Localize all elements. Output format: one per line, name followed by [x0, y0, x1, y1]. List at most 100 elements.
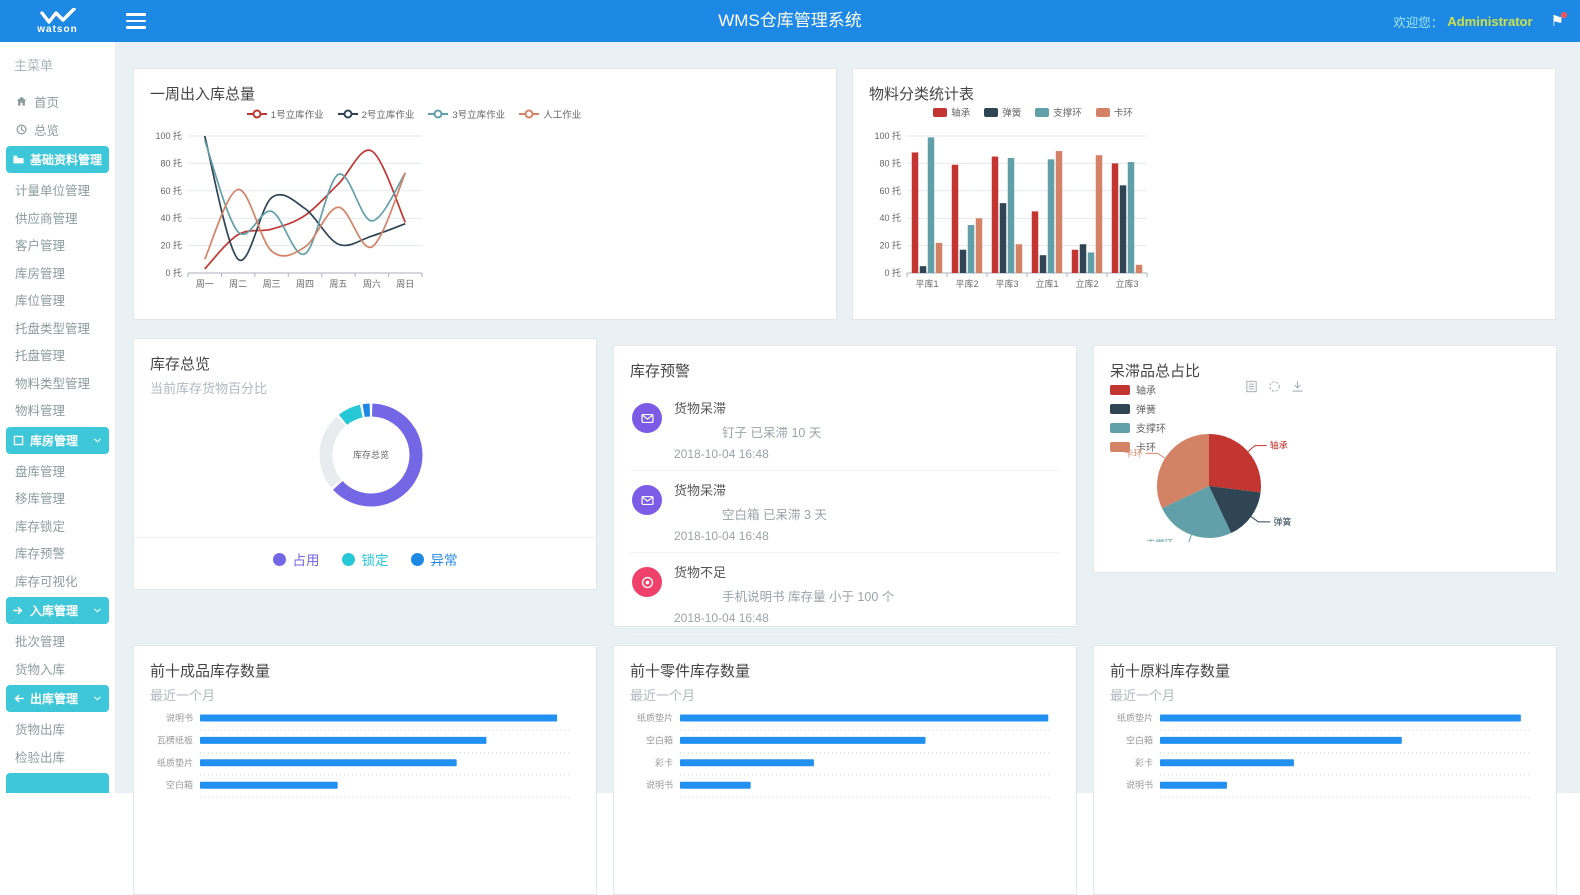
svg-text:周二: 周二 [229, 279, 247, 289]
sidebar-item[interactable]: 首页 [0, 88, 115, 116]
sidebar-item[interactable]: 物料管理 [0, 396, 115, 424]
legend-item[interactable]: 异常 [411, 549, 458, 569]
sidebar-group-item[interactable]: 基础资料管理 [6, 146, 109, 173]
sidebar-group-item[interactable] [6, 773, 109, 793]
chevron-down-icon [92, 435, 103, 446]
alert-body: 钉子 已呆滞 10 天 [722, 422, 1060, 441]
pie-chart[interactable]: 轴承弹簧支撑环卡环 [1110, 346, 1542, 542]
hbar-chart[interactable]: 纸质垫片空白箱彩卡说明书 [1110, 704, 1542, 854]
card-title: 前十零件库存数量 [630, 660, 1060, 681]
sidebar-item[interactable]: 托盘管理 [0, 341, 115, 369]
legend-item[interactable]: 1号立库作业 [247, 107, 324, 121]
username[interactable]: Administrator [1447, 14, 1532, 29]
svg-text:说明书: 说明书 [1126, 779, 1153, 790]
sidebar-item[interactable]: 物料类型管理 [0, 369, 115, 397]
sidebar-group-item[interactable]: 出库管理 [6, 685, 109, 712]
sidebar-item-label: 移库管理 [15, 488, 65, 507]
brand-logo[interactable]: watson [0, 0, 115, 42]
card-top-parts: 前十零件库存数量 最近一个月 纸质垫片空白箱彩卡说明书 [613, 645, 1077, 895]
svg-text:平库2: 平库2 [955, 278, 978, 289]
svg-text:空白箱: 空白箱 [1126, 734, 1153, 745]
svg-text:纸质垫片: 纸质垫片 [157, 757, 193, 768]
svg-text:80 托: 80 托 [879, 157, 901, 168]
alert-list-item[interactable]: 货物呆滞空白箱 已呆滞 3 天2018-10-04 16:48 [630, 471, 1060, 553]
svg-text:弹簧: 弹簧 [1273, 516, 1291, 527]
card-subtitle: 最近一个月 [1110, 685, 1540, 704]
legend-item[interactable]: 人工作业 [519, 107, 581, 121]
sidebar-group-item[interactable]: 库房管理 [6, 427, 109, 454]
flag-notification-icon[interactable]: ⚑ [1551, 14, 1564, 29]
bar-chart[interactable]: 0 托20 托40 托60 托80 托100 托平库1平库2平库3立库1立库2立… [863, 123, 1223, 299]
watson-logo-icon [40, 8, 76, 25]
legend-item[interactable]: 锁定 [342, 549, 389, 569]
svg-text:40 托: 40 托 [879, 212, 901, 223]
card-title: 前十成品库存数量 [150, 660, 580, 681]
sidebar-item[interactable]: 移库管理 [0, 484, 115, 512]
outbound-icon [12, 692, 25, 705]
legend-item[interactable]: 占用 [273, 549, 320, 569]
sidebar-item-label: 入库管理 [30, 602, 78, 619]
sidebar-item-label: 库存预警 [15, 543, 65, 562]
legend-item[interactable]: 3号立库作业 [428, 107, 505, 121]
legend-item[interactable]: 卡环 [1096, 105, 1133, 119]
sidebar-section-label: 主菜单 [14, 55, 115, 74]
sidebar-item[interactable]: 客户管理 [0, 231, 115, 259]
svg-text:空白箱: 空白箱 [166, 779, 193, 790]
svg-text:100 托: 100 托 [155, 130, 182, 141]
sidebar-item[interactable]: 库存锁定 [0, 512, 115, 540]
alert-icon [640, 575, 655, 590]
notification-dot [1561, 12, 1567, 18]
line-chart[interactable]: 0 托20 托40 托60 托80 托100 托周一周二周三周四周五周六周日 [144, 123, 704, 299]
sidebar-item[interactable]: 库存预警 [0, 539, 115, 567]
home-icon [15, 95, 28, 108]
sidebar-item-label: 库房管理 [15, 263, 65, 282]
sidebar-item[interactable]: 批次管理 [0, 627, 115, 655]
card-material-stats: 物料分类统计表 轴承弹簧支撑环卡环 0 托20 托40 托60 托80 托100… [852, 68, 1556, 320]
sidebar-item[interactable]: 盘库管理 [0, 457, 115, 485]
legend-item[interactable]: 轴承 [933, 105, 970, 119]
svg-text:20 托: 20 托 [160, 240, 182, 251]
svg-text:平库3: 平库3 [995, 278, 1018, 289]
svg-text:立库1: 立库1 [1035, 278, 1058, 289]
alert-timestamp: 2018-10-04 16:48 [674, 611, 1060, 625]
alert-timestamp: 2018-10-04 16:48 [674, 529, 1060, 543]
sidebar-item[interactable]: 托盘类型管理 [0, 314, 115, 342]
hbar-chart[interactable]: 纸质垫片空白箱彩卡说明书 [630, 704, 1062, 854]
svg-text:说明书: 说明书 [166, 712, 193, 723]
sidebar-item[interactable]: 库房管理 [0, 259, 115, 287]
card-title: 库存预警 [630, 360, 1060, 381]
svg-text:立库3: 立库3 [1115, 278, 1138, 289]
alert-body: 手机说明书 库存量 小于 100 个 [722, 586, 1060, 605]
welcome-label: 欢迎您： [1393, 12, 1443, 31]
sidebar-item-label: 托盘类型管理 [15, 318, 90, 337]
overview-icon [15, 123, 28, 136]
svg-text:0 托: 0 托 [884, 267, 901, 278]
sidebar-item[interactable]: 总览 [0, 116, 115, 144]
legend-item[interactable]: 弹簧 [984, 105, 1021, 119]
sidebar-item[interactable]: 计量单位管理 [0, 176, 115, 204]
sidebar-item[interactable]: 库存可视化 [0, 567, 115, 595]
sidebar-item[interactable]: 检验出库 [0, 743, 115, 771]
sidebar-item-label: 库存锁定 [15, 516, 65, 535]
alert-list-item[interactable]: 货物呆滞钉子 已呆滞 10 天2018-10-04 16:48 [630, 389, 1060, 471]
hbar-chart[interactable]: 说明书瓦楞纸板纸质垫片空白箱 [150, 704, 582, 854]
sidebar-item-label: 货物入库 [15, 659, 65, 678]
svg-text:80 托: 80 托 [160, 157, 182, 168]
donut-chart[interactable]: 库存总览 [150, 397, 582, 515]
sidebar-item[interactable]: 供应商管理 [0, 204, 115, 232]
svg-text:库存总览: 库存总览 [353, 449, 389, 460]
legend-item[interactable]: 支撑环 [1035, 105, 1082, 119]
svg-text:彩卡: 彩卡 [1135, 757, 1153, 768]
alert-list-item[interactable]: 货物不足手机说明书 库存量 小于 100 个2018-10-04 16:48 [630, 553, 1060, 635]
card-title: 一周出入库总量 [150, 83, 820, 104]
sidebar-item-label: 供应商管理 [15, 208, 78, 227]
sidebar-item[interactable]: 库位管理 [0, 286, 115, 314]
sidebar-group-item[interactable]: 入库管理 [6, 597, 109, 624]
sidebar-item[interactable]: 货物入库 [0, 655, 115, 683]
sidebar-item[interactable]: 货物出库 [0, 715, 115, 743]
sidebar-item-label: 出库管理 [30, 690, 78, 707]
menu-toggle-icon[interactable] [126, 13, 146, 29]
svg-text:周一: 周一 [196, 279, 214, 289]
mail-icon [640, 493, 655, 508]
legend-item[interactable]: 2号立库作业 [338, 107, 415, 121]
